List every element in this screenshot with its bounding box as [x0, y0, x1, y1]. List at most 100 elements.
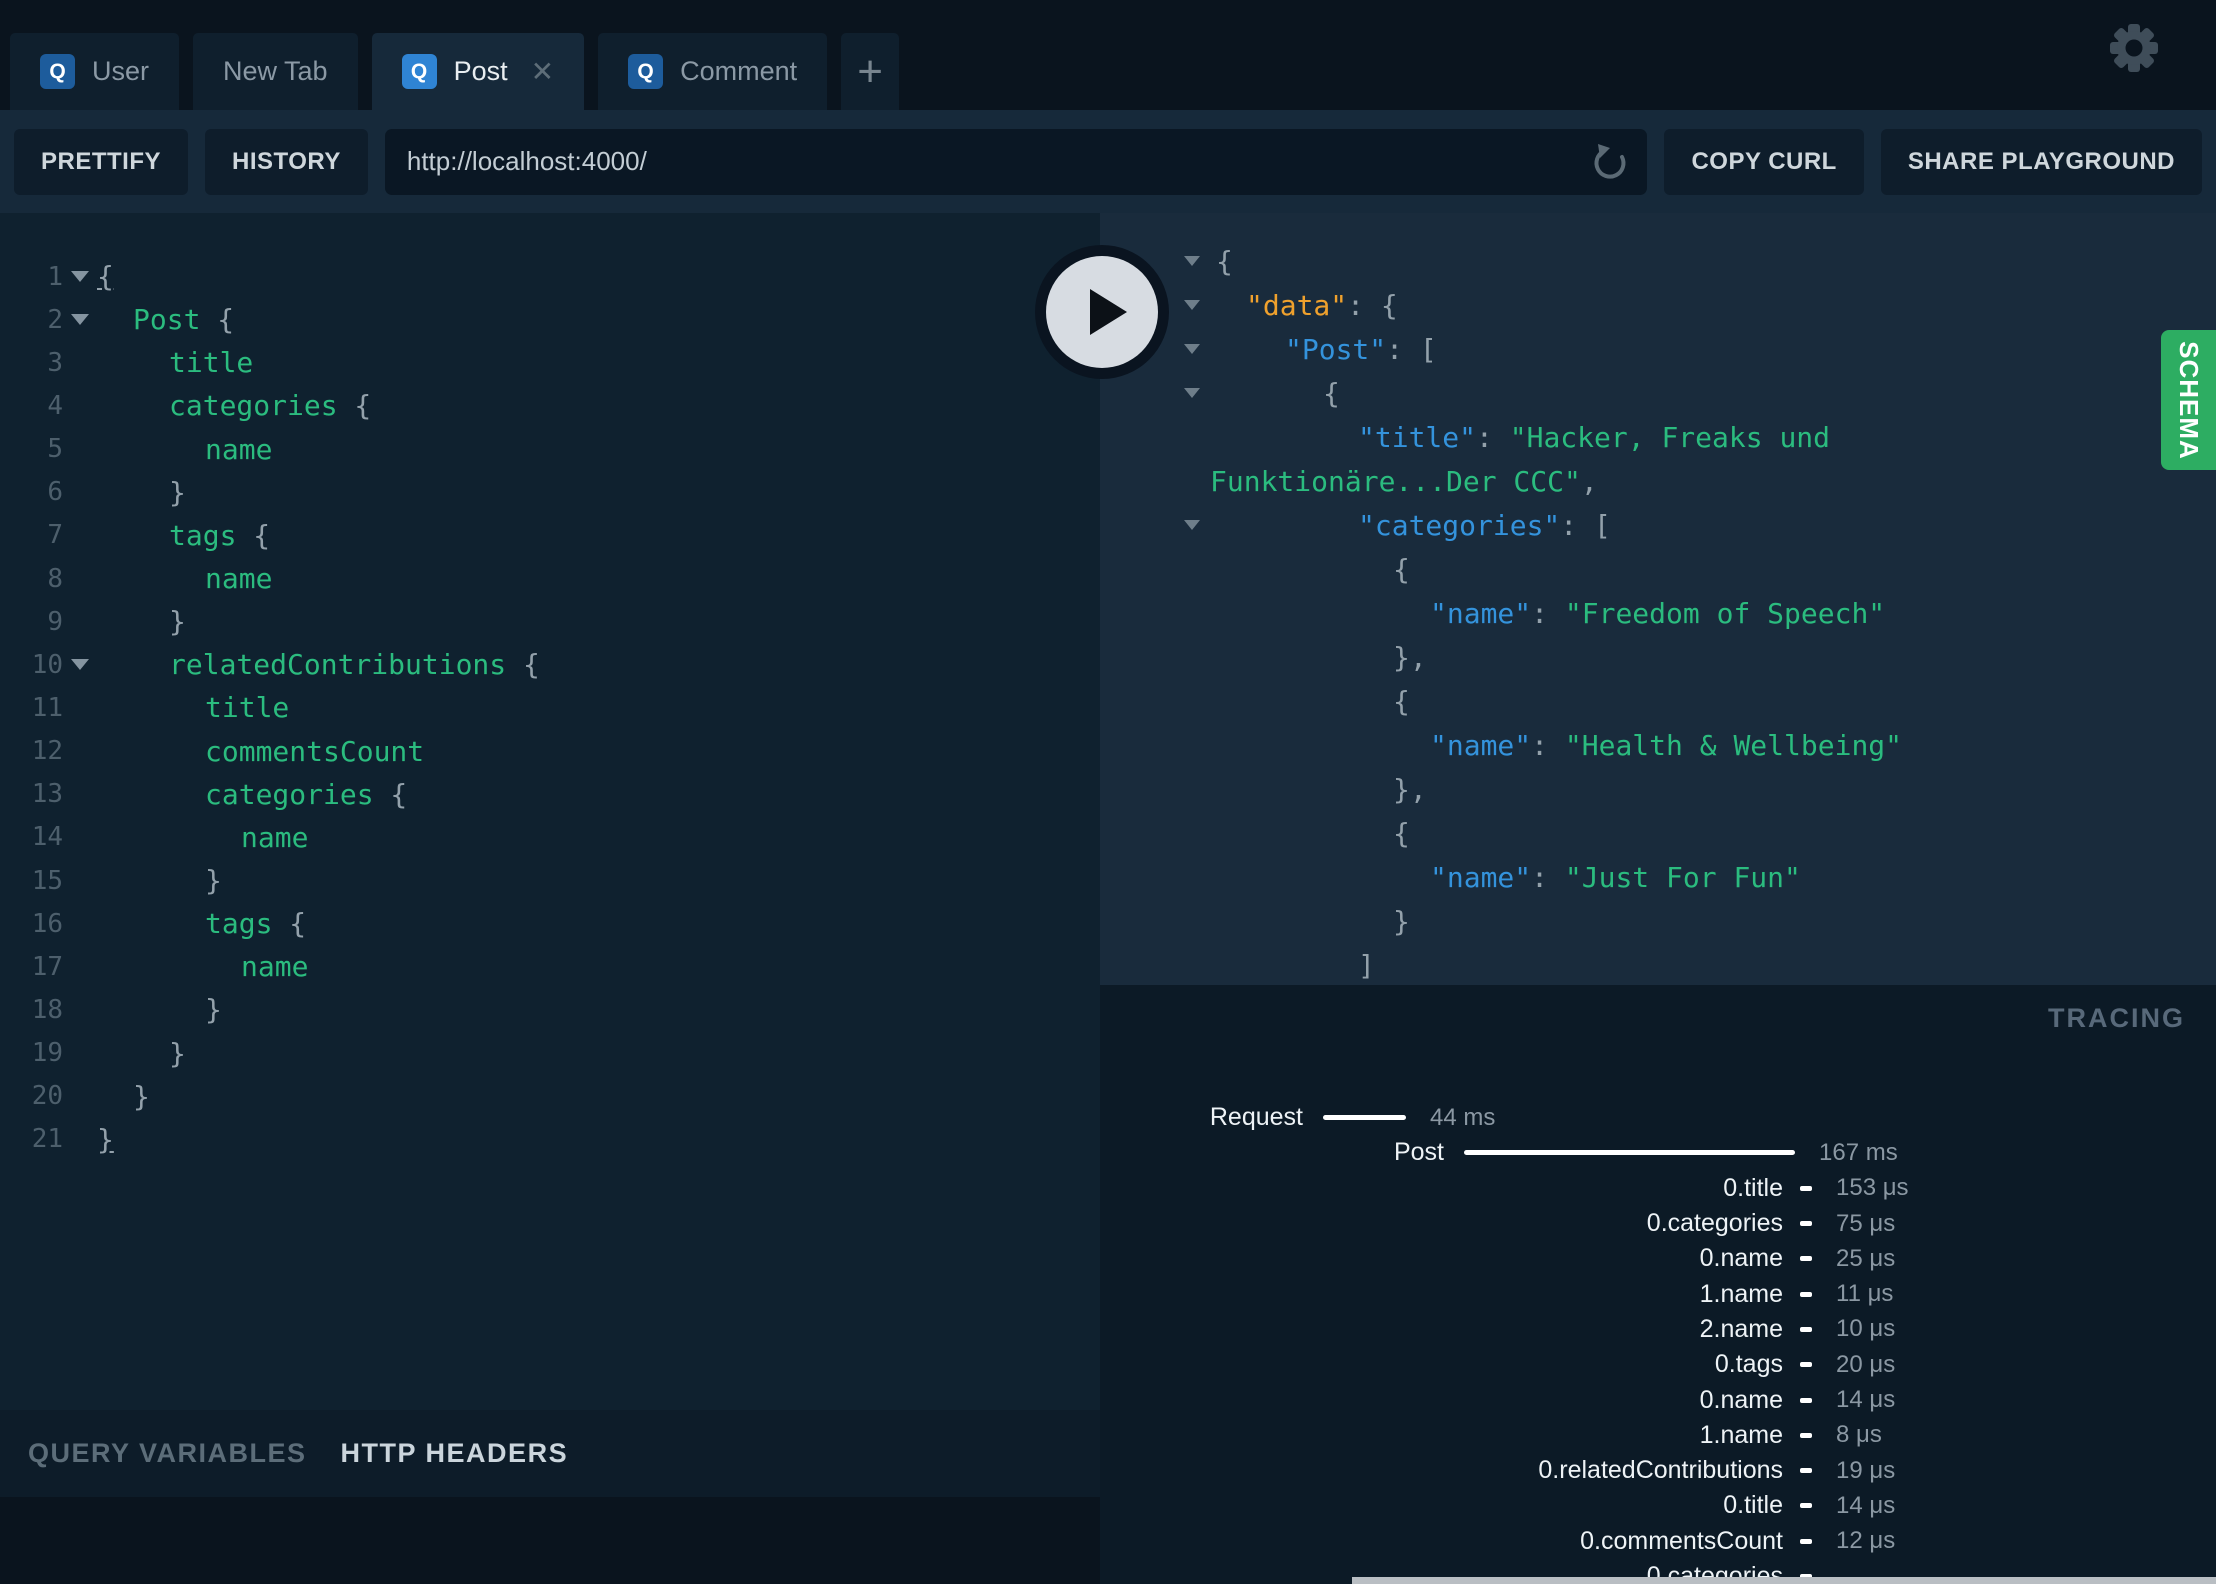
horizontal-scrollbar[interactable]	[1352, 1577, 2216, 1584]
schema-tab[interactable]: SCHEMA	[2161, 330, 2216, 470]
graphql-field: name	[205, 432, 273, 466]
editor-line: 8 name	[0, 557, 1100, 600]
tracing-label: Post	[1393, 1138, 1444, 1167]
editor-line: 18}	[0, 988, 1100, 1031]
graphql-field: relatedContributions	[169, 648, 507, 682]
collapse-arrow-icon[interactable]	[1184, 388, 1200, 398]
tab-new-tab[interactable]: New Tab	[193, 33, 358, 110]
response-code: "title": "Hacker, Freaks und	[1358, 421, 1830, 454]
play-icon	[1046, 256, 1158, 368]
tracing-dash	[1800, 1468, 1812, 1474]
line-number: 17	[31, 951, 63, 982]
editor-line: 15}	[0, 859, 1100, 902]
editor-footer: QUERY VARIABLES HTTP HEADERS	[0, 1410, 1100, 1497]
response-code: ]	[1358, 949, 1375, 982]
collapse-arrow-icon[interactable]	[1184, 344, 1200, 354]
tracing-row: Post 167 ms	[1100, 1135, 2216, 1170]
editor-code: tags {	[169, 519, 270, 552]
line-number: 6	[47, 477, 63, 508]
editor-line: 20}	[0, 1075, 1100, 1118]
brace: {	[236, 518, 271, 552]
line-number: 14	[31, 822, 63, 853]
line-number: 10	[31, 649, 63, 680]
tab-bar: Q User New Tab Q Post ✕ Q Comment +	[0, 0, 2216, 110]
json-punc: {	[1393, 552, 1410, 586]
graphql-field: categories	[169, 389, 338, 423]
json-str: Funktionäre...Der CCC"	[1210, 464, 1581, 498]
collapse-arrow-icon[interactable]	[1184, 300, 1200, 310]
query-editor-lines: 1{2 Post {3 title 4 categories {5 name 6} 7 tags…	[0, 255, 1100, 1161]
tracing-duration: 14 μs	[1836, 1491, 1896, 1519]
graphql-playground: Q User New Tab Q Post ✕ Q Comment + PRETTIFY HIS…	[0, 0, 2216, 1584]
tab-user[interactable]: Q User	[10, 33, 180, 110]
response-code: {	[1216, 245, 1233, 278]
reload-icon[interactable]	[1591, 142, 1631, 182]
editor-line: 14 name	[0, 816, 1100, 859]
settings-gear-icon[interactable]	[2108, 22, 2160, 74]
tab-comment[interactable]: Q Comment	[598, 33, 828, 110]
response-line: {	[1100, 239, 2216, 283]
graphql-field: categories	[205, 777, 374, 811]
add-tab-button[interactable]: +	[841, 33, 900, 110]
line-number: 16	[31, 908, 63, 939]
line-number: 13	[31, 779, 63, 810]
tracing-row: 0.relatedContributions 19 μs	[1100, 1453, 2216, 1488]
tracing-label: 2.name	[1699, 1314, 1783, 1343]
editor-code: relatedContributions {	[169, 648, 540, 681]
collapse-arrow-icon[interactable]	[1184, 256, 1200, 266]
tracing-row: 0.title 153 μs	[1100, 1171, 2216, 1206]
share-playground-button[interactable]: SHARE PLAYGROUND	[1880, 128, 2202, 195]
response-line: {	[1100, 371, 2216, 415]
tab-post[interactable]: Q Post ✕	[371, 33, 585, 110]
close-icon[interactable]: ✕	[531, 57, 554, 86]
response-code: {	[1393, 817, 1410, 850]
editor-line: 3 title	[0, 341, 1100, 384]
tracing-duration: 11 μs	[1836, 1280, 1894, 1308]
brace: {	[97, 260, 114, 294]
json-key: "name"	[1430, 728, 1532, 762]
tracing-dash	[1800, 1326, 1812, 1332]
http-headers-tab[interactable]: HTTP HEADERS	[341, 1438, 569, 1469]
tab-label: New Tab	[223, 56, 328, 86]
line-number: 15	[31, 865, 63, 896]
line-number: 19	[31, 1038, 63, 1069]
editor-code: }	[205, 864, 222, 897]
prettify-button[interactable]: PRETTIFY	[14, 128, 189, 195]
endpoint-url-input[interactable]: http://localhost:4000/	[384, 128, 1648, 195]
response-code: }	[1393, 905, 1410, 938]
response-viewer[interactable]: {"data": {"Post": [{"title": "Hacker, Fr…	[1100, 213, 2216, 985]
fold-arrow-icon[interactable]	[63, 659, 97, 671]
tracing-rows: Request 44 ms Post 167 ms 0.title 153 μs 0.cat…	[1100, 1100, 2216, 1584]
json-punc: :	[1476, 420, 1510, 454]
tracing-row: 2.name 10 μs	[1100, 1312, 2216, 1347]
tracing-duration: 14 μs	[1836, 1386, 1896, 1414]
tracing-duration: 10 μs	[1836, 1315, 1896, 1343]
response-lines: {"data": {"Post": [{"title": "Hacker, Fr…	[1100, 239, 2216, 985]
response-line: },	[1100, 635, 2216, 679]
tracing-dash	[1800, 1432, 1812, 1438]
line-number: 4	[47, 390, 63, 421]
tracing-row: 0.title 14 μs	[1100, 1488, 2216, 1523]
execute-button[interactable]	[1035, 245, 1169, 379]
json-key: "categories"	[1358, 508, 1561, 542]
editor-code: }	[169, 605, 186, 638]
query-variables-tab[interactable]: QUERY VARIABLES	[28, 1438, 307, 1469]
brace: }	[205, 993, 222, 1027]
history-button[interactable]: HISTORY	[205, 128, 368, 195]
json-punc: {	[1216, 244, 1233, 278]
query-editor[interactable]: 1{2 Post {3 title 4 categories {5 name 6} 7 tags…	[0, 213, 1100, 1497]
copy-curl-button[interactable]: COPY CURL	[1664, 128, 1864, 195]
brace: {	[272, 907, 307, 941]
fold-arrow-icon[interactable]	[63, 314, 97, 326]
tracing-dash	[1800, 1503, 1812, 1509]
editor-line: 13 categories {	[0, 773, 1100, 816]
editor-code: name	[241, 950, 308, 983]
json-key: "name"	[1430, 596, 1532, 630]
tracing-label: 0.relatedContributions	[1538, 1456, 1783, 1485]
fold-arrow-icon[interactable]	[63, 271, 97, 283]
brace: }	[97, 1122, 114, 1156]
collapse-arrow-icon[interactable]	[1184, 520, 1200, 530]
json-punc: : [	[1386, 332, 1437, 366]
brace: }	[169, 1036, 186, 1070]
editor-line: 10 relatedContributions {	[0, 643, 1100, 686]
